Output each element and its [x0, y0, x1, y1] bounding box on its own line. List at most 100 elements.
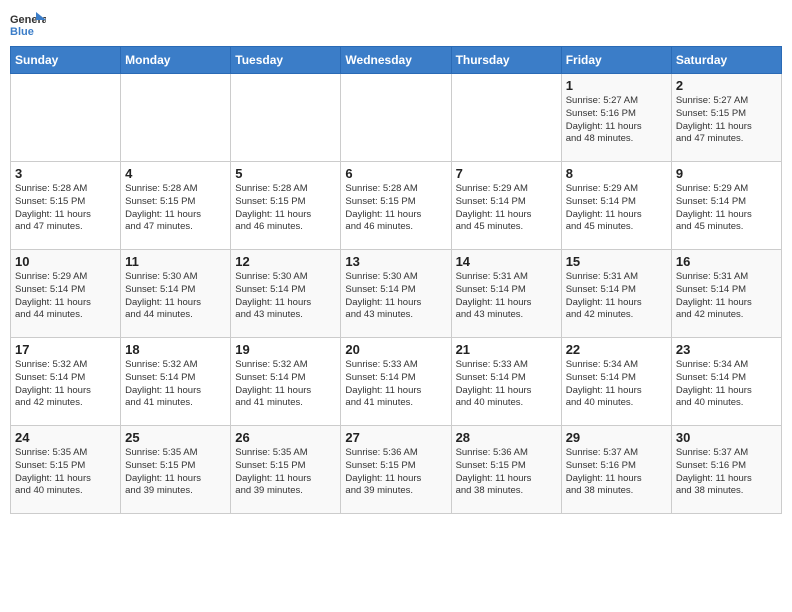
day-number: 12 — [235, 254, 336, 269]
day-number: 13 — [345, 254, 446, 269]
day-number: 19 — [235, 342, 336, 357]
calendar-cell: 27 Sunrise: 5:36 AM Sunset: 5:15 PM Dayli… — [341, 426, 451, 514]
day-number: 17 — [15, 342, 116, 357]
day-info: Sunrise: 5:30 AM Sunset: 5:14 PM Dayligh… — [345, 271, 446, 322]
day-info: Sunrise: 5:33 AM Sunset: 5:14 PM Dayligh… — [345, 359, 446, 410]
calendar-cell: 5 Sunrise: 5:28 AM Sunset: 5:15 PM Daylig… — [231, 162, 341, 250]
day-info: Sunrise: 5:29 AM Sunset: 5:14 PM Dayligh… — [456, 183, 557, 234]
calendar-cell — [341, 74, 451, 162]
calendar-cell: 12 Sunrise: 5:30 AM Sunset: 5:14 PM Dayli… — [231, 250, 341, 338]
weekday-header: Wednesday — [341, 47, 451, 74]
day-info: Sunrise: 5:34 AM Sunset: 5:14 PM Dayligh… — [676, 359, 777, 410]
calendar-cell: 6 Sunrise: 5:28 AM Sunset: 5:15 PM Daylig… — [341, 162, 451, 250]
day-number: 16 — [676, 254, 777, 269]
weekday-header: Friday — [561, 47, 671, 74]
calendar-cell: 9 Sunrise: 5:29 AM Sunset: 5:14 PM Daylig… — [671, 162, 781, 250]
day-number: 20 — [345, 342, 446, 357]
logo: General Blue — [10, 10, 46, 38]
calendar-header-row: SundayMondayTuesdayWednesdayThursdayFrid… — [11, 47, 782, 74]
calendar-cell: 10 Sunrise: 5:29 AM Sunset: 5:14 PM Dayli… — [11, 250, 121, 338]
day-number: 14 — [456, 254, 557, 269]
calendar-cell: 29 Sunrise: 5:37 AM Sunset: 5:16 PM Dayli… — [561, 426, 671, 514]
calendar-cell: 21 Sunrise: 5:33 AM Sunset: 5:14 PM Dayli… — [451, 338, 561, 426]
calendar-cell: 26 Sunrise: 5:35 AM Sunset: 5:15 PM Dayli… — [231, 426, 341, 514]
day-info: Sunrise: 5:36 AM Sunset: 5:15 PM Dayligh… — [456, 447, 557, 498]
calendar-cell — [451, 74, 561, 162]
day-number: 24 — [15, 430, 116, 445]
calendar-week-row: 24 Sunrise: 5:35 AM Sunset: 5:15 PM Dayli… — [11, 426, 782, 514]
calendar-cell — [121, 74, 231, 162]
calendar-cell — [231, 74, 341, 162]
calendar-week-row: 17 Sunrise: 5:32 AM Sunset: 5:14 PM Dayli… — [11, 338, 782, 426]
page-header: General Blue — [10, 10, 782, 38]
day-number: 9 — [676, 166, 777, 181]
calendar-cell: 19 Sunrise: 5:32 AM Sunset: 5:14 PM Dayli… — [231, 338, 341, 426]
day-number: 15 — [566, 254, 667, 269]
day-number: 6 — [345, 166, 446, 181]
calendar-cell: 11Sunrise: 5:30 AM Sunset: 5:14 PM Dayli… — [121, 250, 231, 338]
calendar-cell: 23 Sunrise: 5:34 AM Sunset: 5:14 PM Dayli… — [671, 338, 781, 426]
calendar-cell: 24 Sunrise: 5:35 AM Sunset: 5:15 PM Dayli… — [11, 426, 121, 514]
day-number: 27 — [345, 430, 446, 445]
day-number: 22 — [566, 342, 667, 357]
day-info: Sunrise: 5:28 AM Sunset: 5:15 PM Dayligh… — [15, 183, 116, 234]
day-info: Sunrise: 5:30 AM Sunset: 5:14 PM Dayligh… — [125, 271, 226, 322]
day-info: Sunrise: 5:37 AM Sunset: 5:16 PM Dayligh… — [676, 447, 777, 498]
day-info: Sunrise: 5:29 AM Sunset: 5:14 PM Dayligh… — [676, 183, 777, 234]
day-info: Sunrise: 5:30 AM Sunset: 5:14 PM Dayligh… — [235, 271, 336, 322]
day-info: Sunrise: 5:35 AM Sunset: 5:15 PM Dayligh… — [15, 447, 116, 498]
day-info: Sunrise: 5:27 AM Sunset: 5:16 PM Dayligh… — [566, 95, 667, 146]
day-info: Sunrise: 5:35 AM Sunset: 5:15 PM Dayligh… — [125, 447, 226, 498]
calendar-cell: 3 Sunrise: 5:28 AM Sunset: 5:15 PM Daylig… — [11, 162, 121, 250]
day-number: 18 — [125, 342, 226, 357]
weekday-header: Sunday — [11, 47, 121, 74]
day-info: Sunrise: 5:33 AM Sunset: 5:14 PM Dayligh… — [456, 359, 557, 410]
day-info: Sunrise: 5:34 AM Sunset: 5:14 PM Dayligh… — [566, 359, 667, 410]
calendar-cell: 25 Sunrise: 5:35 AM Sunset: 5:15 PM Dayli… — [121, 426, 231, 514]
calendar-week-row: 1 Sunrise: 5:27 AM Sunset: 5:16 PM Daylig… — [11, 74, 782, 162]
day-info: Sunrise: 5:32 AM Sunset: 5:14 PM Dayligh… — [235, 359, 336, 410]
calendar-cell: 1 Sunrise: 5:27 AM Sunset: 5:16 PM Daylig… — [561, 74, 671, 162]
calendar-cell: 15 Sunrise: 5:31 AM Sunset: 5:14 PM Dayli… — [561, 250, 671, 338]
day-info: Sunrise: 5:31 AM Sunset: 5:14 PM Dayligh… — [676, 271, 777, 322]
day-number: 2 — [676, 78, 777, 93]
day-number: 30 — [676, 430, 777, 445]
calendar-cell: 30 Sunrise: 5:37 AM Sunset: 5:16 PM Dayli… — [671, 426, 781, 514]
svg-text:Blue: Blue — [10, 26, 34, 38]
calendar-week-row: 3 Sunrise: 5:28 AM Sunset: 5:15 PM Daylig… — [11, 162, 782, 250]
weekday-header: Tuesday — [231, 47, 341, 74]
day-info: Sunrise: 5:28 AM Sunset: 5:15 PM Dayligh… — [345, 183, 446, 234]
day-info: Sunrise: 5:35 AM Sunset: 5:15 PM Dayligh… — [235, 447, 336, 498]
calendar-cell: 17 Sunrise: 5:32 AM Sunset: 5:14 PM Dayli… — [11, 338, 121, 426]
day-number: 7 — [456, 166, 557, 181]
calendar-cell: 13 Sunrise: 5:30 AM Sunset: 5:14 PM Dayli… — [341, 250, 451, 338]
day-info: Sunrise: 5:31 AM Sunset: 5:14 PM Dayligh… — [456, 271, 557, 322]
day-number: 21 — [456, 342, 557, 357]
logo-icon: General Blue — [10, 10, 46, 38]
day-number: 25 — [125, 430, 226, 445]
calendar-cell: 2Sunrise: 5:27 AM Sunset: 5:15 PM Daylig… — [671, 74, 781, 162]
day-number: 1 — [566, 78, 667, 93]
day-info: Sunrise: 5:29 AM Sunset: 5:14 PM Dayligh… — [15, 271, 116, 322]
day-info: Sunrise: 5:28 AM Sunset: 5:15 PM Dayligh… — [235, 183, 336, 234]
day-info: Sunrise: 5:31 AM Sunset: 5:14 PM Dayligh… — [566, 271, 667, 322]
day-info: Sunrise: 5:36 AM Sunset: 5:15 PM Dayligh… — [345, 447, 446, 498]
day-number: 3 — [15, 166, 116, 181]
calendar-cell: 7 Sunrise: 5:29 AM Sunset: 5:14 PM Daylig… — [451, 162, 561, 250]
weekday-header: Monday — [121, 47, 231, 74]
day-number: 10 — [15, 254, 116, 269]
day-number: 5 — [235, 166, 336, 181]
weekday-header: Saturday — [671, 47, 781, 74]
day-number: 28 — [456, 430, 557, 445]
day-number: 26 — [235, 430, 336, 445]
calendar-cell: 22 Sunrise: 5:34 AM Sunset: 5:14 PM Dayli… — [561, 338, 671, 426]
calendar-week-row: 10 Sunrise: 5:29 AM Sunset: 5:14 PM Dayli… — [11, 250, 782, 338]
day-info: Sunrise: 5:29 AM Sunset: 5:14 PM Dayligh… — [566, 183, 667, 234]
weekday-header: Thursday — [451, 47, 561, 74]
day-number: 4 — [125, 166, 226, 181]
day-number: 29 — [566, 430, 667, 445]
day-number: 23 — [676, 342, 777, 357]
day-info: Sunrise: 5:32 AM Sunset: 5:14 PM Dayligh… — [15, 359, 116, 410]
day-info: Sunrise: 5:37 AM Sunset: 5:16 PM Dayligh… — [566, 447, 667, 498]
calendar-cell — [11, 74, 121, 162]
